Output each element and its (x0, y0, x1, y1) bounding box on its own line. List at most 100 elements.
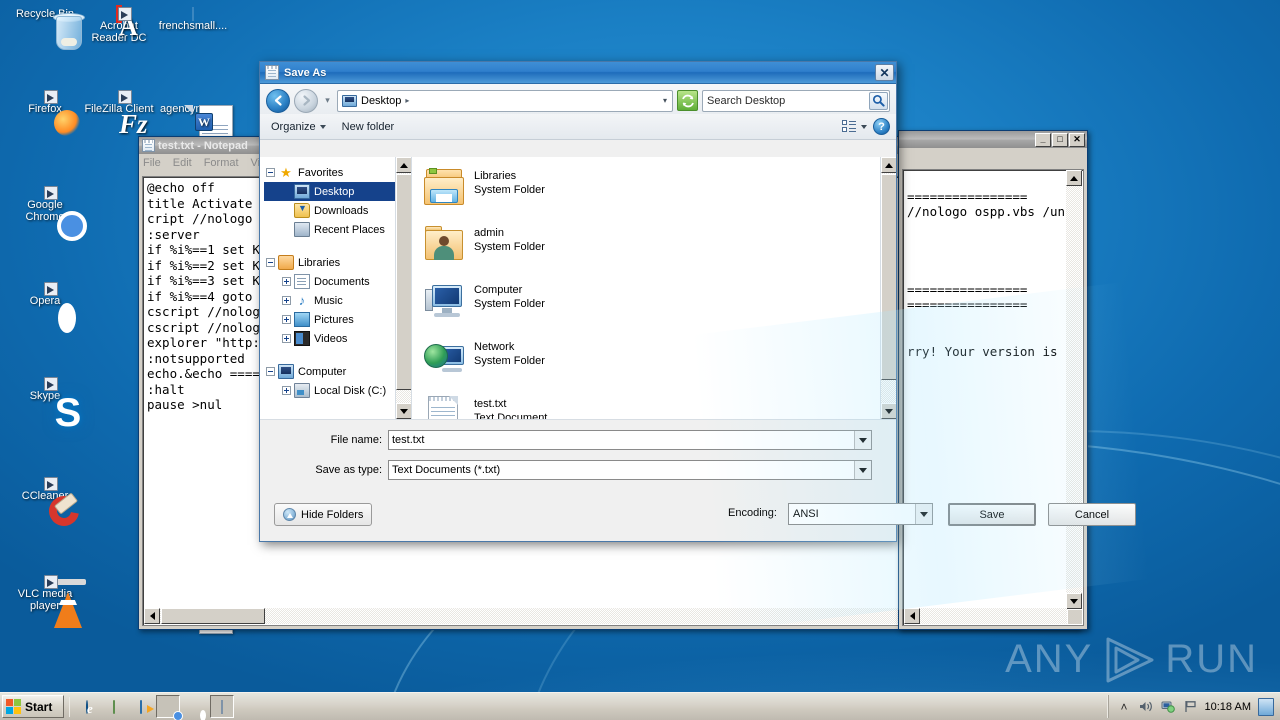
notepad-menu-edit[interactable]: Edit (173, 157, 192, 169)
tree-item-videos[interactable]: Videos (264, 329, 395, 348)
tree-item-recent-places[interactable]: Recent Places (264, 220, 395, 239)
close-button[interactable]: ✕ (1069, 132, 1085, 147)
recent-locations-caret-icon[interactable]: ▾ (322, 95, 333, 106)
navpane-scroll-up-button[interactable] (396, 157, 411, 173)
breadcrumb-separator-icon[interactable]: ▸ (405, 96, 409, 105)
file-list-item[interactable]: Network System Folder (424, 336, 879, 393)
desktop-icon-vlc-media-player[interactable]: VLC media player (8, 575, 86, 628)
address-dropdown-caret-icon[interactable]: ▾ (663, 96, 670, 105)
secondary-scroll-up-button[interactable] (1066, 170, 1082, 186)
secondary-resize-grip[interactable] (1067, 609, 1083, 625)
expand-toggle-icon[interactable] (282, 277, 291, 286)
taskbar-button-windows-media-player[interactable] (129, 695, 153, 718)
taskbar-button-opera[interactable] (183, 695, 207, 718)
file-list[interactable]: Libraries System Folder admin System Folder… (412, 157, 879, 419)
back-button[interactable] (266, 88, 290, 113)
view-chevron-down-icon[interactable] (861, 124, 867, 129)
expand-toggle-icon[interactable] (282, 386, 291, 395)
forward-button[interactable] (294, 88, 318, 113)
file-list-item[interactable]: admin System Folder (424, 222, 879, 279)
secondary-scroll-left-button[interactable] (904, 608, 920, 624)
desktop-icon-ccleaner[interactable]: CCleaner (8, 477, 85, 532)
navigation-tree[interactable]: ★ Favorites Desktop Downloads Recent Places L… (260, 157, 395, 419)
cancel-button[interactable]: Cancel (1048, 503, 1136, 526)
system-tray[interactable]: ˄ 10:18 AM (1107, 695, 1280, 718)
hide-folders-button[interactable]: Hide Folders (274, 503, 373, 526)
notepad-menu-file[interactable]: File (143, 157, 161, 169)
refresh-button[interactable] (677, 90, 698, 111)
new-folder-button[interactable]: New folder (337, 119, 400, 135)
search-icon[interactable] (869, 91, 888, 110)
collapse-toggle-icon[interactable] (266, 258, 275, 267)
collapse-toggle-icon[interactable] (266, 168, 275, 177)
organize-button[interactable]: Organize (266, 119, 331, 135)
taskbar-button-google-chrome[interactable] (156, 695, 180, 718)
file-list-item[interactable]: Libraries System Folder (424, 165, 879, 222)
tree-item-libraries[interactable]: Libraries (264, 253, 395, 272)
desktop-icon-agencynum[interactable]: Wagencynum... (156, 103, 233, 149)
filepane-scroll-down-button[interactable] (881, 403, 896, 419)
secondary-notepad-window[interactable]: _ □ ✕ ================ //nologo ospp.vbs… (898, 130, 1088, 630)
expand-toggle-icon[interactable] (282, 334, 291, 343)
change-view-button[interactable] (842, 120, 867, 133)
save-as-dialog[interactable]: Save As ✕ ▾ Desktop ▸ ▾ Search Desktop O… (259, 61, 1136, 542)
taskbar[interactable]: Start ˄ (0, 692, 1280, 720)
file-list-item[interactable]: Computer System Folder (424, 279, 879, 336)
navpane-scroll-down-button[interactable] (396, 403, 411, 419)
secondary-scroll-down-button[interactable] (1066, 593, 1082, 609)
address-bar[interactable]: Desktop ▸ ▾ (337, 89, 673, 112)
encoding-dropdown-icon[interactable] (915, 504, 932, 524)
file-list-item[interactable]: test.txtText Document0 bytes (424, 393, 879, 419)
save-as-titlebar[interactable]: Save As ✕ (260, 62, 896, 84)
secondary-window-text-area[interactable]: ================ //nologo ospp.vbs /un| … (902, 169, 1084, 626)
tree-item-local-disk-c[interactable]: Local Disk (C:) (264, 381, 395, 400)
volume-icon[interactable] (1139, 699, 1154, 714)
expand-toggle-icon[interactable] (282, 315, 291, 324)
quick-launch-bar[interactable] (75, 695, 237, 718)
save-as-close-button[interactable]: ✕ (875, 64, 894, 81)
save-button[interactable]: Save (948, 503, 1036, 526)
clock[interactable]: 10:18 AM (1205, 701, 1251, 713)
tree-item-computer[interactable]: Computer (264, 362, 395, 381)
tree-item-pictures[interactable]: Pictures (264, 310, 395, 329)
secondary-vertical-scrollbar[interactable] (1066, 170, 1082, 609)
file-pane-scrollbar[interactable] (880, 157, 896, 419)
tree-item-desktop[interactable]: Desktop (264, 182, 395, 201)
taskbar-button-notepad[interactable] (210, 695, 234, 718)
file-name-dropdown-icon[interactable] (854, 431, 871, 449)
file-list-pane[interactable]: Libraries System Folder admin System Folder… (412, 157, 896, 419)
tree-item-documents[interactable]: Documents (264, 272, 395, 291)
address-bar-current-location[interactable]: Desktop (361, 95, 401, 107)
notepad-hscroll-thumb[interactable] (161, 608, 265, 624)
notepad-menu-format[interactable]: Format (204, 157, 239, 169)
desktop-icon-acrobat-reader-dc[interactable]: A Acrobat Reader DC (82, 5, 156, 44)
tree-item-favorites[interactable]: ★ Favorites (264, 163, 395, 182)
search-input[interactable]: Search Desktop (707, 95, 869, 107)
maximize-button[interactable]: □ (1052, 132, 1068, 147)
secondary-window-titlebar[interactable]: _ □ ✕ (899, 131, 1087, 148)
start-button[interactable]: Start (2, 695, 64, 718)
navpane-scroll-thumb[interactable] (396, 174, 411, 390)
navigation-pane[interactable]: ★ Favorites Desktop Downloads Recent Places L… (260, 157, 412, 419)
notepad-scroll-left-button[interactable] (144, 608, 160, 624)
desktop-icon-frenchsmall[interactable]: frenchsmall.... (156, 7, 230, 32)
desktop-icon-opera[interactable]: Opera (8, 282, 82, 307)
save-as-type-select[interactable]: Text Documents (*.txt) (388, 460, 872, 480)
secondary-horizontal-scrollbar[interactable] (904, 608, 1067, 624)
help-button[interactable]: ? (873, 118, 890, 135)
save-as-type-dropdown-icon[interactable] (854, 461, 871, 479)
filepane-scroll-thumb[interactable] (881, 174, 896, 380)
tree-item-downloads[interactable]: Downloads (264, 201, 395, 220)
show-hidden-icons-button[interactable]: ˄ (1117, 699, 1132, 714)
file-name-input[interactable]: test.txt (388, 430, 872, 450)
network-icon[interactable] (1161, 699, 1176, 714)
expand-toggle-icon[interactable] (282, 296, 291, 305)
encoding-select[interactable]: ANSI (788, 503, 933, 525)
desktop-icon-firefox[interactable]: Firefox (8, 90, 82, 115)
desktop-icon-google-chrome[interactable]: Google Chrome (8, 186, 82, 223)
desktop-icon-recycle-bin[interactable]: Recycle Bin (8, 8, 85, 50)
taskbar-button-internet-explorer[interactable] (75, 695, 99, 718)
tree-item-music[interactable]: ♪ Music (264, 291, 395, 310)
action-center-flag-icon[interactable] (1183, 699, 1198, 714)
desktop-icon-filezilla-client[interactable]: Fz FileZilla Client (82, 90, 156, 139)
